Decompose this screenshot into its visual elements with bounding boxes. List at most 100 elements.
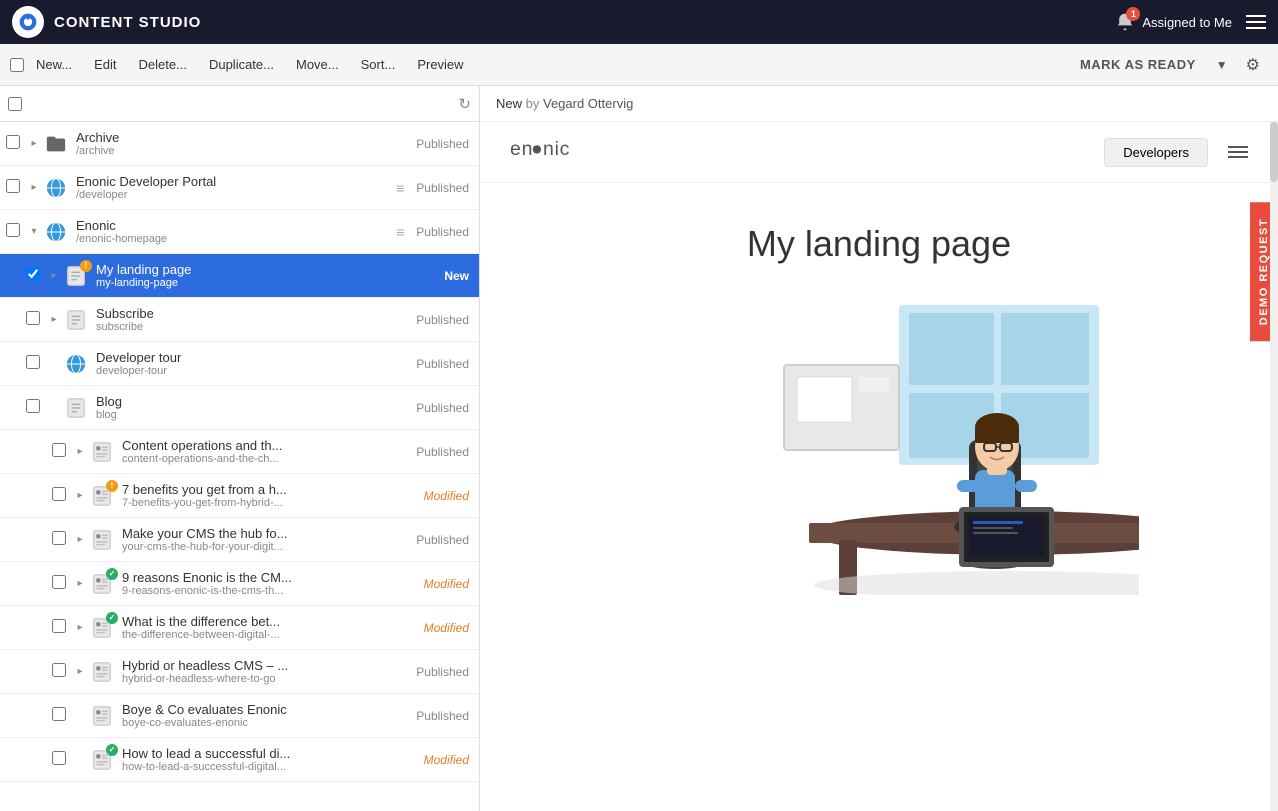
expand-icon[interactable]: ▸	[72, 622, 88, 633]
item-name: Content operations and th...	[122, 438, 416, 453]
developers-button[interactable]: Developers	[1104, 138, 1208, 167]
row-checkbox[interactable]	[52, 575, 72, 592]
delete-button[interactable]: Delete...	[129, 51, 197, 78]
item-name: Blog	[96, 394, 416, 409]
nav-hamburger-icon[interactable]	[1228, 146, 1248, 158]
refresh-button[interactable]: ↻	[458, 95, 471, 113]
item-text: Enonic /enonic-homepage	[76, 218, 396, 245]
tree-item[interactable]: ✓ How to lead a successful di... how-to-…	[0, 738, 479, 782]
item-name: What is the difference bet...	[122, 614, 424, 629]
expand-icon[interactable]: ▸	[46, 314, 62, 325]
item-name: Make your CMS the hub fo...	[122, 526, 416, 541]
mark-ready-dropdown-button[interactable]: ▼	[1212, 54, 1232, 76]
item-icon: ✓	[88, 614, 116, 642]
expand-icon[interactable]: ▸	[72, 666, 88, 677]
main-layout: ↻ ▸ Archive /archive Published ▸ Enonic …	[0, 86, 1278, 811]
item-text: My landing page my-landing-page	[96, 262, 444, 289]
scrollbar-thumb	[1270, 122, 1278, 182]
row-checkbox[interactable]	[6, 135, 26, 152]
tree-item[interactable]: Developer tour developer-tour Published	[0, 342, 479, 386]
expand-icon[interactable]: ▸	[72, 446, 88, 457]
item-text: Archive /archive	[76, 130, 416, 157]
item-text: 9 reasons Enonic is the CM... 9-reasons-…	[122, 570, 424, 597]
tree-item[interactable]: ▸ Archive /archive Published	[0, 122, 479, 166]
new-button[interactable]: New...	[26, 51, 82, 78]
select-all-checkbox[interactable]	[10, 58, 24, 72]
tree-item[interactable]: Boye & Co evaluates Enonic boye-co-evalu…	[0, 694, 479, 738]
item-path: developer-tour	[96, 365, 416, 377]
sort-button[interactable]: Sort...	[351, 51, 406, 78]
preview-header: New by Vegard Ottervig	[480, 86, 1278, 122]
tree-item[interactable]: ▸ Content operations and th... content-o…	[0, 430, 479, 474]
tree-item[interactable]: ▸ Make your CMS the hub fo... your-cms-t…	[0, 518, 479, 562]
expand-icon[interactable]: ▸	[26, 182, 42, 193]
item-icon: !	[88, 482, 116, 510]
item-icon	[62, 350, 90, 378]
row-checkbox[interactable]	[52, 531, 72, 548]
item-icon: !	[62, 262, 90, 290]
preview-scrollbar[interactable]	[1270, 122, 1278, 811]
drag-handle-icon[interactable]: ≡	[396, 180, 416, 196]
row-checkbox[interactable]	[52, 487, 72, 504]
edit-button[interactable]: Edit	[84, 51, 126, 78]
tree-item[interactable]: ▸ ✓ 9 reasons Enonic is the CM... 9-reas…	[0, 562, 479, 606]
preview-author: Vegard Ottervig	[543, 96, 633, 111]
item-icon	[88, 658, 116, 686]
row-checkbox[interactable]	[26, 267, 46, 284]
app-title: CONTENT STUDIO	[54, 14, 1114, 31]
item-icon	[88, 702, 116, 730]
item-name: How to lead a successful di...	[122, 746, 424, 761]
settings-gear-button[interactable]: ⚙	[1238, 51, 1268, 79]
row-checkbox[interactable]	[52, 751, 72, 768]
expand-icon[interactable]: ▸	[72, 490, 88, 501]
item-icon	[42, 174, 70, 202]
tree-item[interactable]: ▸ Subscribe subscribe Published	[0, 298, 479, 342]
tree-item[interactable]: ▸ Hybrid or headless CMS – ... hybrid-or…	[0, 650, 479, 694]
row-checkbox[interactable]	[52, 443, 72, 460]
row-checkbox[interactable]	[52, 663, 72, 680]
duplicate-button[interactable]: Duplicate...	[199, 51, 284, 78]
row-checkbox[interactable]	[6, 179, 26, 196]
move-button[interactable]: Move...	[286, 51, 349, 78]
tree-item[interactable]: ▸ ✓ What is the difference bet... the-di…	[0, 606, 479, 650]
svg-text:nic: nic	[543, 138, 570, 160]
item-name: Enonic Developer Portal	[76, 174, 396, 189]
expand-icon[interactable]: ▸	[72, 534, 88, 545]
expand-icon[interactable]: ▸	[26, 138, 42, 149]
assigned-to-me-button[interactable]: 1 Assigned to Me	[1114, 11, 1232, 33]
item-status: Published	[416, 665, 473, 679]
item-icon	[88, 438, 116, 466]
tree-item[interactable]: Blog blog Published	[0, 386, 479, 430]
item-text: Content operations and th... content-ope…	[122, 438, 416, 465]
tree-list[interactable]: ▸ Archive /archive Published ▸ Enonic De…	[0, 122, 479, 811]
drag-handle-icon[interactable]: ≡	[396, 224, 416, 240]
site-illustration	[480, 275, 1278, 595]
row-checkbox[interactable]	[52, 619, 72, 636]
collapse-icon[interactable]: ▾	[26, 226, 42, 237]
expand-icon[interactable]: ▸	[46, 270, 62, 281]
tree-item[interactable]: ▾ Enonic /enonic-homepage ≡ Published	[0, 210, 479, 254]
item-text: Hybrid or headless CMS – ... hybrid-or-h…	[122, 658, 416, 685]
mark-as-ready-button[interactable]: MARK AS READY	[1070, 51, 1206, 78]
preview-button[interactable]: Preview	[407, 51, 473, 78]
item-status: Published	[416, 445, 473, 459]
expand-icon[interactable]: ▸	[72, 578, 88, 589]
item-name: Boye & Co evaluates Enonic	[122, 702, 416, 717]
tree-item[interactable]: ▸ ! 7 benefits you get from a h... 7-ben…	[0, 474, 479, 518]
hamburger-menu-button[interactable]	[1246, 15, 1266, 29]
tree-item[interactable]: ▸ ! My landing page my-landing-page New	[0, 254, 479, 298]
item-name: 9 reasons Enonic is the CM...	[122, 570, 424, 585]
svg-text:●: ●	[531, 138, 544, 160]
item-status: Published	[416, 533, 473, 547]
site-nav: Developers	[1104, 138, 1248, 167]
row-checkbox[interactable]	[6, 223, 26, 240]
row-checkbox[interactable]	[26, 311, 46, 328]
header-checkbox[interactable]	[8, 97, 22, 111]
preview-content-title: New	[496, 96, 522, 111]
row-checkbox[interactable]	[26, 355, 46, 372]
item-status: Published	[416, 401, 473, 415]
item-status: Published	[416, 313, 473, 327]
row-checkbox[interactable]	[52, 707, 72, 724]
tree-item[interactable]: ▸ Enonic Developer Portal /developer ≡ P…	[0, 166, 479, 210]
row-checkbox[interactable]	[26, 399, 46, 416]
